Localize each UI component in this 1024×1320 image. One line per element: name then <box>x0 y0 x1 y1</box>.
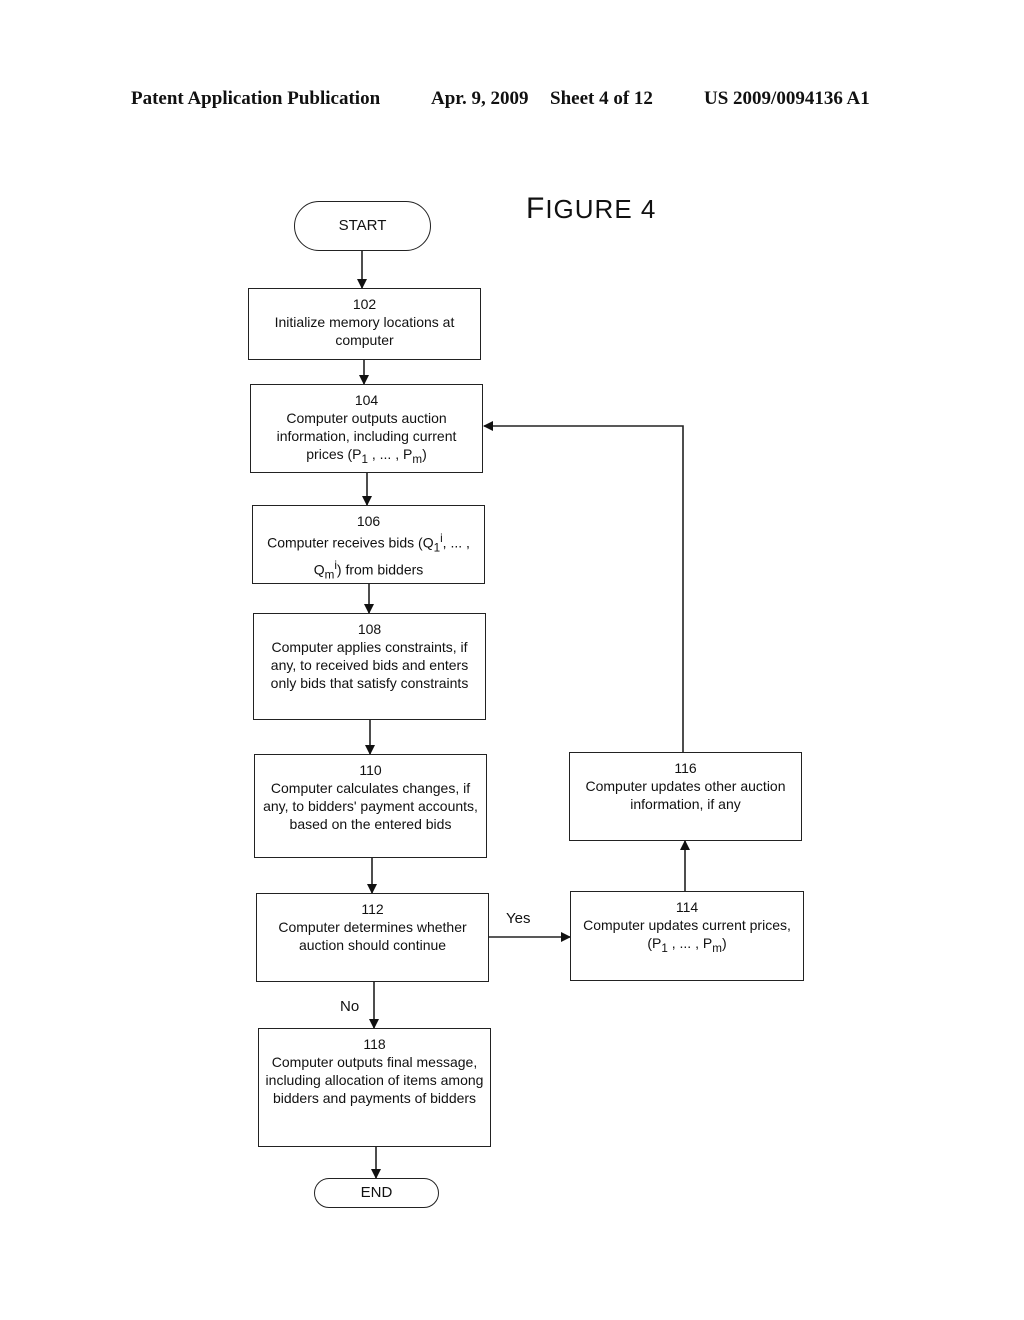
start-terminal: START <box>294 201 431 251</box>
arrow-116-104-loop <box>483 421 684 752</box>
step-118-box: 118 Computer outputs final message, incl… <box>258 1028 491 1147</box>
step-number: 114 <box>675 899 699 915</box>
step-text: Computer outputs final message, includin… <box>265 1054 484 1106</box>
step-text: Computer determines whether auction shou… <box>278 919 467 953</box>
end-terminal: END <box>314 1178 439 1208</box>
step-number: 110 <box>359 762 382 778</box>
step-number: 104 <box>354 392 379 408</box>
step-number: 102 <box>352 296 377 312</box>
flow-connectors <box>357 251 690 1179</box>
step-text: Computer receives bids (Q1i, ... , Qmi) … <box>267 532 470 582</box>
yes-label: Yes <box>506 910 531 927</box>
step-110-box: 110 Computer calculates changes, if any,… <box>254 754 487 858</box>
step-104-box: 104 Computer outputs auction information… <box>250 384 483 473</box>
step-text: Computer updates current prices, (P1 , .… <box>583 917 791 955</box>
step-text: Computer applies constraints, if any, to… <box>270 639 469 691</box>
no-label: No <box>340 998 360 1015</box>
step-108-box: 108 Computer applies constraints, if any… <box>253 613 486 720</box>
step-number: 112 <box>361 901 384 917</box>
step-number: 116 <box>674 760 697 776</box>
step-116-box: 116 Computer updates other auction infor… <box>569 752 802 841</box>
step-106-box: 106 Computer receives bids (Q1i, ... , Q… <box>252 505 485 584</box>
step-text: Computer calculates changes, if any, to … <box>263 780 478 832</box>
step-text: Initialize memory locations at computer <box>274 314 455 348</box>
step-112-box: 112 Computer determines whether auction … <box>256 893 489 982</box>
step-102-box: 102 Initialize memory locations at compu… <box>248 288 481 360</box>
step-number: 106 <box>356 513 381 529</box>
step-number: 118 <box>363 1036 386 1052</box>
step-text: Computer updates other auction informati… <box>585 778 786 812</box>
step-114-box: 114 Computer updates current prices, (P1… <box>570 891 804 981</box>
step-text: Computer outputs auction information, in… <box>276 410 457 466</box>
step-number: 108 <box>357 621 382 637</box>
